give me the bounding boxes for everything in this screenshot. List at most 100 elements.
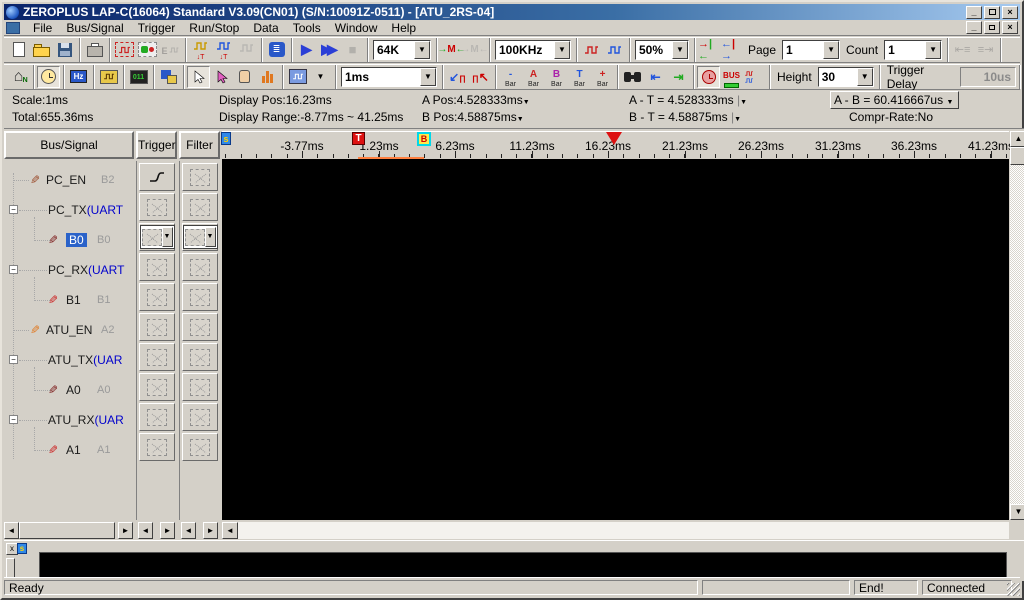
bus-signal-row-pc_en[interactable]: ✎PC_ENB2: [4, 165, 134, 195]
collapse-toggle[interactable]: −: [9, 355, 18, 364]
trigger-property-button[interactable]: [136, 39, 159, 61]
a-b-dropdown[interactable]: ▼: [946, 99, 955, 106]
chevron-down-icon[interactable]: ▼: [554, 41, 570, 59]
bus-signal-panel[interactable]: ✎PC_ENB2−PC_TX(UART✎B0B0−PC_RX(UART✎B1B1…: [4, 161, 134, 520]
sample-t-button[interactable]: ↓T: [212, 39, 235, 61]
a-pos-dropdown[interactable]: ▼: [523, 99, 532, 106]
filter-cell-pc_rx[interactable]: [182, 253, 218, 281]
start-marker[interactable]: s: [221, 132, 231, 145]
stack-prev-button[interactable]: ⇤≡: [951, 39, 974, 61]
bus-signal-row-pc_rx[interactable]: −PC_RX(UART: [4, 255, 134, 285]
tb1-combo[interactable]: 100KHz▼: [495, 40, 571, 60]
bus-scroll-left[interactable]: ◄: [4, 522, 19, 539]
find-button[interactable]: [621, 66, 644, 88]
filter-combo[interactable]: ▼: [183, 225, 218, 249]
menu-window[interactable]: Window: [328, 20, 385, 36]
tb1-combo[interactable]: 1▼: [782, 40, 840, 60]
bar-chart-button[interactable]: [256, 66, 279, 88]
menu-tools[interactable]: Tools: [286, 20, 328, 36]
title-bar[interactable]: ZEROPLUS LAP-C(16064) Standard V3.09(CN0…: [4, 4, 1020, 20]
new-file-button[interactable]: [7, 39, 30, 61]
b-t-dropdown[interactable]: ▼: [734, 116, 743, 123]
filter-scroll-right[interactable]: ►: [203, 522, 218, 539]
hand-button[interactable]: [233, 66, 256, 88]
trigger-cell-pc_en[interactable]: [139, 163, 175, 191]
tb1-combo[interactable]: 64K▼: [373, 40, 431, 60]
compress-out-button[interactable]: ←|→: [721, 39, 744, 61]
mdi-restore-button[interactable]: [984, 21, 1000, 34]
goto-next-button[interactable]: ⇥: [667, 66, 690, 88]
menu-trigger[interactable]: Trigger: [131, 20, 183, 36]
bus-signal-row-atu_en[interactable]: ✎ATU_ENA2: [4, 315, 134, 345]
bar-minus-button[interactable]: -Bar: [499, 66, 522, 88]
wave-mode-button[interactable]: [286, 66, 309, 88]
chevron-down-icon[interactable]: ▼: [420, 68, 436, 86]
tb1-combo[interactable]: 50%▼: [635, 40, 689, 60]
navigator-overview[interactable]: [39, 552, 1007, 580]
listing-window-button[interactable]: 011: [127, 66, 150, 88]
bus-signal-row-a0[interactable]: ✎A0A0: [4, 375, 134, 405]
trigger-cell-b0[interactable]: ▼: [139, 223, 175, 251]
home-button[interactable]: ⌂N: [7, 66, 30, 88]
trigger-scroll-right[interactable]: ►: [160, 522, 175, 539]
chevron-down-icon[interactable]: ▼: [823, 41, 839, 59]
tb2-combo[interactable]: 1ms▼: [341, 67, 437, 87]
close-button[interactable]: ×: [1002, 6, 1018, 19]
a-t-dropdown[interactable]: ▼: [740, 99, 749, 106]
menu-file[interactable]: File: [26, 20, 59, 36]
bus-scroll-right[interactable]: ►: [118, 522, 133, 539]
minimize-button[interactable]: _: [966, 6, 982, 19]
menu-data[interactable]: Data: [246, 20, 285, 36]
sample-bt-button[interactable]: ↓T: [189, 39, 212, 61]
chevron-down-icon[interactable]: ▼: [925, 41, 941, 59]
filter-cell-atu_rx[interactable]: [182, 403, 218, 431]
trigger-cell-pc_rx[interactable]: [139, 253, 175, 281]
bar-plus-button[interactable]: +Bar: [591, 66, 614, 88]
time-ruler[interactable]: -3.77ms1.23ms6.23ms11.23ms16.23ms21.23ms…: [222, 131, 1009, 159]
scroll-up-button[interactable]: ▲: [1010, 131, 1024, 147]
trigger-cell-b1[interactable]: [139, 283, 175, 311]
trigger-cell-a0[interactable]: [139, 373, 175, 401]
stack-next-button[interactable]: ≡⇥: [974, 39, 997, 61]
goto-prev-button[interactable]: ⇤: [644, 66, 667, 88]
hz-monitor-button[interactable]: Hz: [67, 66, 90, 88]
tb2-combo[interactable]: 30▼: [818, 67, 874, 87]
filter-cell-pc_en[interactable]: [182, 163, 218, 191]
collapse-toggle[interactable]: −: [9, 205, 18, 214]
pointer-button[interactable]: [187, 66, 210, 88]
wave-mode-dd-button[interactable]: ▼: [309, 66, 332, 88]
pulse-red-button[interactable]: [580, 39, 603, 61]
b-cursor-marker[interactable]: B: [417, 132, 431, 146]
filter-cell-atu_tx[interactable]: [182, 343, 218, 371]
filter-column[interactable]: ▼: [179, 161, 220, 520]
goto-memory-gray-button[interactable]: →M←: [463, 39, 486, 61]
menu-run-stop[interactable]: Run/Stop: [182, 20, 246, 36]
compress-time-button[interactable]: [697, 66, 720, 88]
trigger-cell-pc_tx[interactable]: [139, 193, 175, 221]
bus-signal-row-atu_tx[interactable]: −ATU_TX(UAR: [4, 345, 134, 375]
waveform-window-button[interactable]: [97, 66, 120, 88]
collapse-toggle[interactable]: −: [9, 265, 18, 274]
scroll-down-button[interactable]: ▼: [1010, 504, 1024, 520]
chevron-down-icon[interactable]: ▼: [857, 68, 873, 86]
collapse-toggle[interactable]: −: [9, 415, 18, 424]
chevron-down-icon[interactable]: ▼: [414, 41, 430, 59]
bus-signal-row-a1[interactable]: ✎A1A1: [4, 435, 134, 465]
filter-cell-a1[interactable]: [182, 433, 218, 461]
trigger-delay-field[interactable]: 10us: [960, 67, 1016, 87]
pointer-multi-button[interactable]: [210, 66, 233, 88]
document-icon[interactable]: [6, 22, 20, 34]
display-position-marker[interactable]: [606, 132, 622, 145]
filter-cell-b0[interactable]: ▼: [182, 223, 218, 251]
filter-cell-b1[interactable]: [182, 283, 218, 311]
bus-signal-row-pc_tx[interactable]: −PC_TX(UART: [4, 195, 134, 225]
bus-signal-row-b0[interactable]: ✎B0B0: [4, 225, 134, 255]
save-file-button[interactable]: [53, 39, 76, 61]
open-file-button[interactable]: [30, 39, 53, 61]
filter-cell-atu_en[interactable]: [182, 313, 218, 341]
trigger-marker[interactable]: T: [352, 132, 365, 145]
trigger-cell-a1[interactable]: [139, 433, 175, 461]
trigger-scroll-left[interactable]: ◄: [138, 522, 153, 539]
pulse-blue-button[interactable]: [603, 39, 626, 61]
vscroll-track[interactable]: [1010, 147, 1024, 504]
